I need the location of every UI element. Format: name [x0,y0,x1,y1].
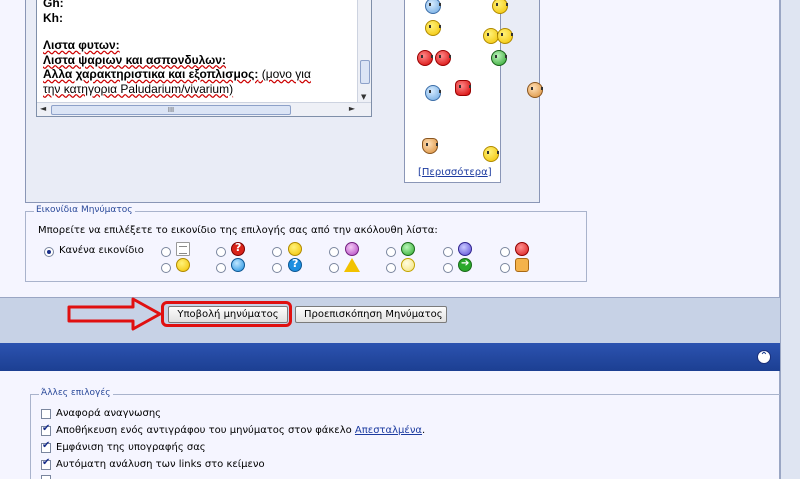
scroll-thumb[interactable] [360,60,370,84]
editor-line: Αλλα χαρακτηριστικα και εξοπλισμος: (μον… [43,67,311,81]
editor-line: Λιστα ψαριων και ασπονδυλων: [43,52,226,67]
post-icon-radio[interactable] [161,263,171,273]
red-smiley-icon[interactable] [417,50,433,66]
parse-links-label: Αυτόματη ανάλυση των links στο κείμενο [56,459,265,470]
question-icon [231,241,245,256]
post-icon-radio[interactable] [329,263,339,273]
scroll-thumb[interactable]: III [51,105,291,115]
post-icon-radio[interactable] [161,247,171,257]
grin-icon [401,242,415,256]
red-smiley-icon-2[interactable] [435,50,451,66]
post-icon-radio[interactable] [272,263,282,273]
question-blue-icon [288,257,302,272]
submit-message-button[interactable]: Υποβολή μηνύματος [168,306,288,323]
post-icon-radio[interactable] [386,247,396,257]
parse-links-checkbox[interactable] [41,457,51,470]
post-icon-none-radio[interactable] [44,247,54,257]
post-icon-radio[interactable] [216,247,226,257]
red-arrow-icon [67,297,162,331]
editor-container: Gh: Kh: Λιστα φυτων: Λιστα ψαριων και ασ… [25,0,543,203]
sad-icon [458,242,472,256]
cool-icon [231,258,245,272]
message-text: Gh: Kh: Λιστα φυτων: Λιστα ψαριων και ασ… [43,0,353,96]
post-icons-legend: Εικονίδια Μηνύματος [34,205,135,215]
tongue-icon [345,242,359,256]
show-signature-label: Εμφάνιση της υπογραφής σας [56,442,206,453]
smilies-panel: [Περισσότερα] [404,0,543,183]
other-options-legend: Άλλες επιλογές [39,388,113,398]
scroll-right-arrow-icon[interactable]: ► [349,104,355,113]
preview-message-button[interactable]: Προεπισκόπηση Μηνύματος [295,306,447,323]
save-copy-checkbox[interactable] [41,423,51,436]
smiley-icon[interactable] [492,0,508,14]
green-grin-icon[interactable] [491,50,507,66]
document-icon [176,242,190,256]
post-icon-radio[interactable] [500,247,510,257]
blue-smiley-icon[interactable] [425,0,441,14]
music-smiley-icon[interactable] [425,20,441,36]
post-icons-fieldset: Εικονίδια Μηνύματος Μπορείτε να επιλέξετ… [25,205,587,282]
surprised-smiley-icon[interactable] [483,146,499,162]
page-scroll-strip [780,0,800,479]
editor-line: Gh: [43,0,64,10]
save-copy-label: Αποθήκευση ενός αντιγράφου του μηνύματος… [56,425,426,436]
post-icon-radio[interactable] [216,263,226,273]
lightbulb-icon [401,258,415,272]
arrow-icon [458,258,472,272]
message-textarea[interactable]: Gh: Kh: Λιστα φυτων: Λιστα ψαριων και ασ… [36,0,372,117]
scroll-down-arrow-icon[interactable]: ▼ [361,93,366,101]
read-receipt-label: Αναφορά αναγνωσης [56,408,162,419]
post-icon-radio[interactable] [329,247,339,257]
wink-icon [176,258,190,272]
more-option-checkbox[interactable] [41,475,51,479]
smile-icon [288,242,302,256]
worried-smiley-icon[interactable] [425,85,441,101]
warning-icon [344,258,360,272]
thumbs-up-icon [515,258,529,272]
editor-blank-line [43,25,353,38]
post-icon-radio[interactable] [500,263,510,273]
editor-line: Λιστα φυτων: [43,38,120,52]
scroll-left-arrow-icon[interactable]: ◄ [40,104,46,113]
angry-icon [515,242,529,256]
post-icons-description: Μπορείτε να επιλέξετε το εικονίδιο της ε… [38,225,438,236]
editor-vertical-scrollbar[interactable]: ▼ [357,0,371,103]
double-smiley-icon-2[interactable] [497,28,513,44]
editor-line: την κατηγορια Paludarium/vivarium) [43,81,234,96]
sent-items-link[interactable]: Απεσταλμένα [355,425,422,436]
more-smilies-link[interactable]: [Περισσότερα] [418,167,492,178]
post-icon-radio[interactable] [443,247,453,257]
post-icon-radio[interactable] [386,263,396,273]
options-header-bar [0,343,780,371]
editor-line: Kh: [43,10,63,25]
exploding-smiley-icon[interactable] [455,80,471,96]
post-icon-radio[interactable] [272,247,282,257]
show-signature-checkbox[interactable] [41,440,51,453]
post-icon-none-label: Κανένα εικονίδιο [59,245,144,256]
collapse-icon[interactable]: ⌃ [757,350,771,364]
post-icon-radio[interactable] [443,263,453,273]
read-receipt-checkbox[interactable] [41,409,51,419]
rock-on-smiley-icon[interactable] [422,138,438,154]
rocket-smiley-icon[interactable] [527,82,543,98]
editor-horizontal-scrollbar[interactable]: ◄ III ► [37,102,371,116]
